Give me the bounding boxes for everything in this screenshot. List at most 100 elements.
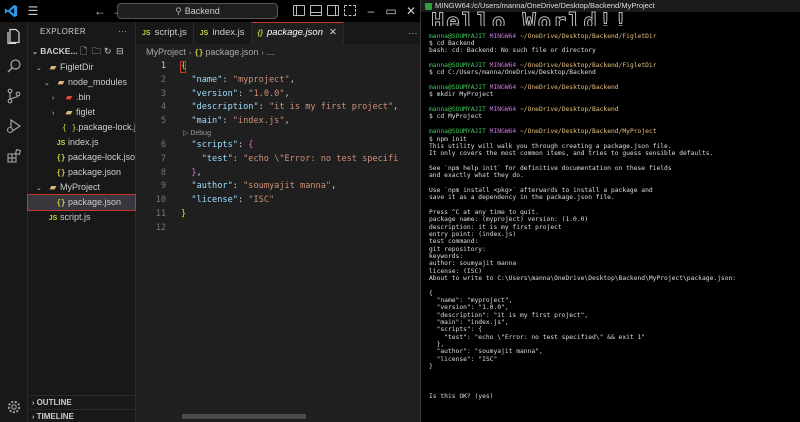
line-number: 10 — [155, 195, 166, 206]
file-item[interactable]: {} package-lock.json — [28, 150, 135, 165]
tab-package-json[interactable]: {} package.json ✕ — [251, 22, 344, 44]
code-editor[interactable]: 1{2 "name": "myproject", 3 "version": "1.… — [136, 60, 420, 236]
bin-icon: ▰ — [65, 92, 73, 102]
code-line: 1{ — [136, 60, 420, 74]
tree-item-label: .package-lock.j... — [76, 122, 135, 132]
terminal-line: $ cd MyProject — [429, 113, 483, 121]
terminal-line: "test": "echo \"Error: no test specified… — [429, 333, 646, 341]
terminal-line: Is this OK? (yes) — [429, 392, 494, 400]
line-number: 1 — [160, 61, 166, 71]
line-number: 9 — [160, 181, 166, 192]
new-folder-icon[interactable]: 🗀 — [92, 42, 101, 60]
more-actions-icon[interactable]: ··· — [118, 22, 127, 42]
toggle-panel-icon[interactable] — [310, 5, 322, 16]
manage-activity[interactable] — [0, 395, 28, 419]
chevron-right-icon: › — [32, 400, 35, 407]
prompt-directory: ~/OneDrive/Desktop/Backend/FigletDir — [520, 32, 657, 40]
close-window-icon[interactable]: ✕ — [402, 0, 420, 22]
code-line: 3 "version": "1.0.0", — [136, 88, 420, 102]
breadcrumb-item[interactable]: MyProject — [146, 47, 186, 57]
file-item[interactable]: { }.package-lock.j... — [28, 120, 135, 135]
gear-icon — [7, 400, 21, 414]
bracket-match-highlight — [180, 61, 186, 73]
editor-tabs: JS script.js JS index.js{} package.json ✕ — [136, 22, 420, 44]
file-item[interactable]: JS index.js — [28, 135, 135, 150]
folder-item[interactable]: › ▰ .bin — [28, 90, 135, 105]
tab-script-js[interactable]: JS script.js — [136, 22, 194, 44]
terminal-line: "scripts": { — [429, 326, 483, 334]
toggle-primary-sidebar-icon[interactable] — [293, 5, 305, 16]
prompt-user: manna@SOUMYAJIT — [429, 62, 486, 70]
collapse-all-icon[interactable]: ⊟ — [116, 42, 124, 60]
tree-item-label: package.json — [68, 197, 122, 207]
search-icon: ⚲ — [175, 6, 182, 16]
prompt-directory: ~/OneDrive/Desktop/Backend/MyProject — [520, 128, 657, 136]
folder-item[interactable]: ⌄ ▰ node_modules — [28, 75, 135, 90]
tree-item-label: FigletDir — [60, 62, 94, 72]
git-bash-terminal[interactable]: MINGW64:/c/Users/manna/OneDrive/Desktop/… — [420, 0, 800, 422]
terminal-prompt-line: manna@SOUMYAJIT MINGW64 ~/OneDrive/Deskt… — [429, 106, 800, 113]
search-activity[interactable] — [0, 54, 28, 78]
customize-layout-icon[interactable] — [344, 5, 356, 16]
file-item[interactable]: JS script.js — [28, 210, 135, 225]
breadcrumb-item[interactable]: ... — [267, 47, 275, 57]
prompt-directory: ~/OneDrive/Desktop/Backend — [520, 84, 619, 92]
new-file-icon[interactable]: 🗋 — [80, 42, 87, 60]
folder-item[interactable]: ⌄ ▰ FigletDir — [28, 60, 135, 75]
code-line: 12 — [136, 222, 420, 236]
extensions-activity[interactable] — [0, 144, 28, 168]
hamburger-menu-icon[interactable]: ☰ — [24, 0, 42, 22]
command-center-label: Backend — [184, 6, 220, 16]
horizontal-scrollbar[interactable] — [182, 414, 306, 419]
more-actions-icon[interactable]: ··· — [406, 22, 420, 44]
code-line: 6 "scripts": { — [136, 139, 420, 153]
minimize-icon[interactable]: – — [362, 0, 380, 22]
tab-label: index.js — [212, 27, 245, 38]
run-debug-activity[interactable] — [0, 114, 28, 138]
folder-item[interactable]: › ▰ figlet — [28, 105, 135, 120]
title-bar: ☰ ← → ⚲Backend – ▭ ✕ — [0, 0, 420, 22]
line-number: 4 — [160, 102, 166, 113]
source-control-icon — [7, 88, 21, 104]
timeline-section-header[interactable]: › TIMELINE — [28, 409, 135, 422]
chevron-right-icon: › — [189, 50, 192, 57]
toggle-secondary-sidebar-icon[interactable] — [327, 5, 339, 16]
breadcrumb-item[interactable]: package.json — [205, 47, 258, 57]
terminal-line: save it as a dependency in the package.j… — [429, 194, 615, 202]
terminal-line: license: (ISC) — [429, 267, 483, 275]
explorer-activity[interactable] — [0, 24, 28, 48]
json-file-icon: {} — [257, 30, 263, 37]
code-text: "author": "soumyajit manna", — [191, 181, 337, 192]
explorer-title: EXPLORER — [40, 27, 86, 36]
chevron-right-icon: › — [52, 95, 55, 102]
tree-item-label: index.js — [68, 137, 99, 147]
activity-bar — [0, 22, 28, 422]
folder-icon: ▰ — [49, 182, 57, 192]
terminal-line: $ mkdir MyProject — [429, 91, 494, 99]
source-control-activity[interactable] — [0, 84, 28, 108]
folder-item[interactable]: ⌄ ▰ MyProject — [28, 180, 135, 195]
code-line: 8 }, — [136, 167, 420, 181]
workspace-folder-row[interactable]: ⌄ BACKE... 🗋 🗀 ↻ ⊟ — [28, 42, 135, 60]
json-file-icon: {} — [194, 48, 204, 57]
debug-codelens[interactable]: ▷ Debug — [183, 129, 420, 139]
command-center-search[interactable]: ⚲ Backend — [117, 3, 278, 19]
code-line: 11} — [136, 208, 420, 222]
maximize-icon[interactable]: ▭ — [382, 0, 400, 22]
code-text: "description": "it is my first project", — [191, 102, 399, 113]
prompt-user: manna@SOUMYAJIT — [429, 128, 486, 136]
file-item[interactable]: {} package.json — [28, 165, 135, 180]
timeline-label: TIMELINE — [36, 412, 74, 421]
code-text: "scripts": { — [191, 139, 254, 150]
back-arrow-icon[interactable]: ← — [92, 0, 108, 22]
tree-item-label: node_modules — [68, 77, 128, 87]
outline-section-header[interactable]: › OUTLINE — [28, 395, 135, 409]
file-item[interactable]: {} package.json — [27, 194, 136, 211]
tab-index-js[interactable]: JS index.js — [194, 22, 252, 44]
terminal-line: "description": "it is my first project", — [429, 311, 589, 319]
refresh-icon[interactable]: ↻ — [104, 42, 112, 60]
close-tab-icon[interactable]: ✕ — [329, 27, 337, 38]
